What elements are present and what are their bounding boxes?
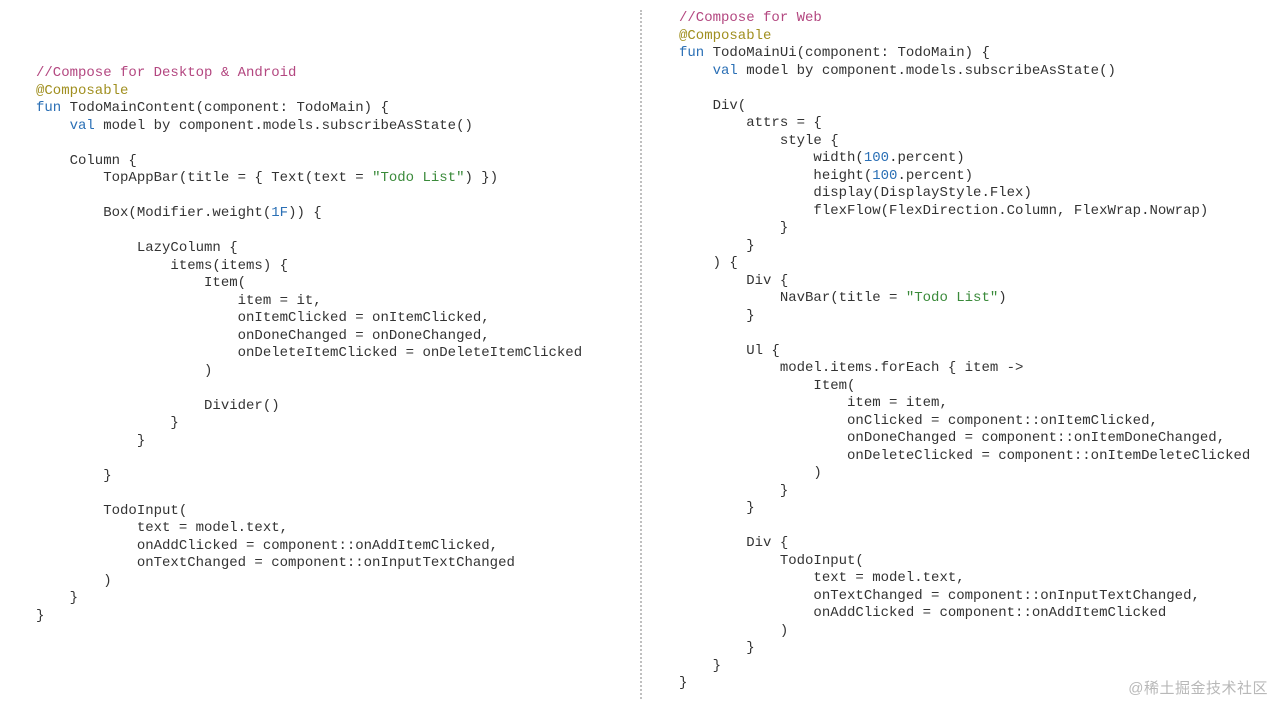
annotation: @Composable (679, 28, 771, 44)
code-text: } (679, 640, 755, 656)
code-text: ) }) (464, 170, 498, 186)
code-text: } (679, 658, 721, 674)
code-text: } (36, 590, 78, 606)
code-text: onDeleteItemClicked = onDeleteItemClicke… (36, 345, 582, 361)
code-text: Divider() (36, 398, 280, 414)
keyword-val: val (679, 63, 738, 79)
code-text: ) (679, 465, 822, 481)
code-text: .percent) (897, 168, 973, 184)
watermark: @稀土掘金技术社区 (1128, 680, 1268, 699)
code-text: onClicked = component::onItemClicked, (679, 413, 1158, 429)
code-text: text = model.text, (679, 570, 965, 586)
code-text: } (679, 500, 755, 516)
number-literal: 100 (872, 168, 897, 184)
code-text: attrs = { (679, 115, 822, 131)
code-text: model.items.forEach { item -> (679, 360, 1023, 376)
code-text: Div { (679, 535, 788, 551)
number-literal: 1F (271, 205, 288, 221)
code-text: ) { (679, 255, 738, 271)
code-text: } (36, 608, 44, 624)
code-text: model by component.models.subscribeAsSta… (95, 118, 473, 134)
code-text: item = it, (36, 293, 322, 309)
code-text: } (679, 238, 755, 254)
code-text: LazyColumn { (36, 240, 238, 256)
comment-line: //Compose for Web (679, 10, 822, 26)
code-text: Div( (679, 98, 746, 114)
code-text: Column { (36, 153, 137, 169)
code-text: ) (36, 573, 112, 589)
code-text: Box(Modifier.weight( (36, 205, 271, 221)
code-text: text = model.text, (36, 520, 288, 536)
code-text: NavBar(title = (679, 290, 906, 306)
code-text: onDeleteClicked = component::onItemDelet… (679, 448, 1250, 464)
right-code-pane: //Compose for Web @Composable fun TodoMa… (643, 0, 1280, 709)
code-text: } (36, 468, 112, 484)
code-text: model by component.models.subscribeAsSta… (738, 63, 1116, 79)
code-text: .percent) (889, 150, 965, 166)
code-text: } (36, 415, 179, 431)
keyword-val: val (36, 118, 95, 134)
code-text: display(DisplayStyle.Flex) (679, 185, 1032, 201)
code-text: onTextChanged = component::onInputTextCh… (36, 555, 515, 571)
code-text: item = item, (679, 395, 948, 411)
code-text: onDoneChanged = component::onItemDoneCha… (679, 430, 1225, 446)
code-text: } (679, 483, 788, 499)
code-text: Item( (679, 378, 855, 394)
code-text: ) (998, 290, 1006, 306)
code-text: onDoneChanged = onDoneChanged, (36, 328, 490, 344)
code-text: onTextChanged = component::onInputTextCh… (679, 588, 1200, 604)
code-text: onAddClicked = component::onAddItemClick… (679, 605, 1166, 621)
left-code-pane: //Compose for Desktop & Android @Composa… (0, 0, 640, 709)
code-text: onAddClicked = component::onAddItemClick… (36, 538, 498, 554)
code-text: )) { (288, 205, 322, 221)
code-text: TodoInput( (36, 503, 187, 519)
string-literal: "Todo List" (372, 170, 464, 186)
code-text: items(items) { (36, 258, 288, 274)
code-text: onItemClicked = onItemClicked, (36, 310, 490, 326)
code-text: TodoMainContent(component: TodoMain) { (61, 100, 389, 116)
comment-line: //Compose for Desktop & Android (36, 65, 296, 81)
code-text: } (679, 220, 788, 236)
code-text: flexFlow(FlexDirection.Column, FlexWrap.… (679, 203, 1208, 219)
annotation: @Composable (36, 83, 128, 99)
code-text: width( (679, 150, 864, 166)
code-text: ) (679, 623, 788, 639)
keyword-fun: fun (679, 45, 704, 61)
code-text: TodoInput( (679, 553, 864, 569)
string-literal: "Todo List" (906, 290, 998, 306)
code-text: Ul { (679, 343, 780, 359)
keyword-fun: fun (36, 100, 61, 116)
code-text: TopAppBar(title = { Text(text = (36, 170, 372, 186)
code-text: style { (679, 133, 839, 149)
code-text: ) (36, 363, 212, 379)
code-text: Div { (679, 273, 788, 289)
number-literal: 100 (864, 150, 889, 166)
code-text: } (679, 675, 687, 691)
code-comparison: //Compose for Desktop & Android @Composa… (0, 0, 1280, 709)
code-text: } (679, 308, 755, 324)
code-text: height( (679, 168, 872, 184)
code-text: TodoMainUi(component: TodoMain) { (704, 45, 990, 61)
code-text: } (36, 433, 145, 449)
code-text: Item( (36, 275, 246, 291)
